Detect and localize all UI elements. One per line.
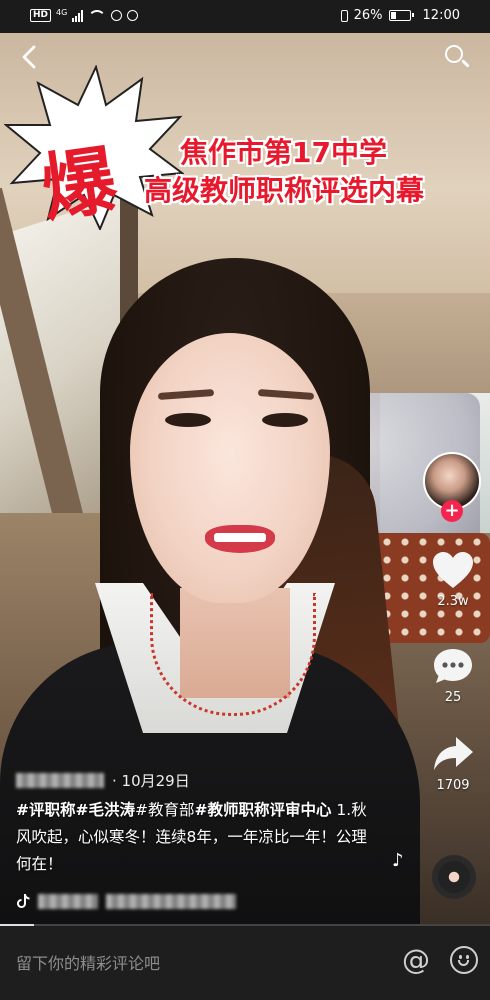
burst-character: 爆: [36, 137, 122, 233]
post-caption: #评职称#毛洪涛#教育部#教师职称评审中心 1.秋风吹起，心似寒冬！连续8年，一…: [16, 797, 376, 878]
comment-action[interactable]: 25: [422, 646, 484, 705]
hashtag-2[interactable]: #毛洪涛: [76, 801, 136, 819]
comment-bubble-icon: [434, 649, 472, 683]
music-title-redacted: [38, 893, 98, 909]
author-row: · 10月29日: [16, 770, 190, 791]
post-date: · 10月29日: [112, 772, 190, 790]
person-teeth: [214, 533, 266, 542]
search-button[interactable]: [442, 42, 474, 74]
status-left: HD 4G: [30, 7, 139, 22]
comment-input[interactable]: 留下你的精彩评论吧: [16, 950, 160, 974]
search-icon: [445, 45, 463, 63]
wifi-icon: [88, 9, 107, 22]
follow-button[interactable]: +: [441, 500, 463, 522]
like-count: 2.3w: [437, 594, 469, 609]
status-right: 26% 12:00: [340, 8, 460, 23]
hashtag-3[interactable]: #教育部: [135, 801, 195, 819]
headline-line-2: 高级教师职称评选内幕: [144, 174, 425, 207]
music-row[interactable]: [16, 893, 236, 909]
video-headline: 焦作市第17中学 高级教师职称评选内幕: [144, 134, 490, 210]
hashtag-1[interactable]: #评职称: [16, 801, 76, 819]
person-eye-right: [262, 413, 308, 427]
music-disc-icon[interactable]: [432, 855, 476, 899]
headline-line-1: 焦作市第17中学: [180, 136, 387, 169]
status-bar: HD 4G 26% 12:00: [0, 0, 490, 33]
music-artist-redacted: [106, 893, 236, 909]
video-screen: HD 4G 26% 12:00 爆 焦作市第17中学 高级教师职称评选内幕 + …: [0, 0, 490, 1000]
heart-icon: [433, 552, 473, 588]
mention-button[interactable]: @: [400, 944, 432, 976]
emoji-icon[interactable]: [450, 946, 478, 974]
vibrate-icon: [340, 9, 348, 22]
share-arrow-icon: [434, 737, 473, 770]
person-eye-left: [165, 413, 211, 427]
share-action[interactable]: 1709: [422, 734, 484, 793]
author-name-redacted[interactable]: [16, 773, 104, 788]
battery-percent: 26%: [353, 8, 383, 23]
share-count: 1709: [436, 778, 470, 793]
clock: 12:00: [422, 8, 460, 23]
hd-badge: HD: [30, 9, 52, 22]
like-action[interactable]: 2.3w: [422, 550, 484, 609]
hashtag-4[interactable]: #教师职称评审中心: [195, 801, 332, 819]
comment-bar: 留下你的精彩评论吧 @: [0, 926, 490, 1000]
signal-icon: [72, 9, 84, 22]
app-status-icon: [127, 10, 139, 21]
music-note-icon: ♪: [392, 850, 404, 871]
comment-count: 25: [444, 690, 462, 705]
tiktok-logo-icon: [17, 894, 30, 908]
alarm-icon: [111, 10, 123, 21]
network-type: 4G: [56, 7, 68, 17]
person-face: [130, 333, 330, 603]
battery-icon: [388, 10, 414, 21]
